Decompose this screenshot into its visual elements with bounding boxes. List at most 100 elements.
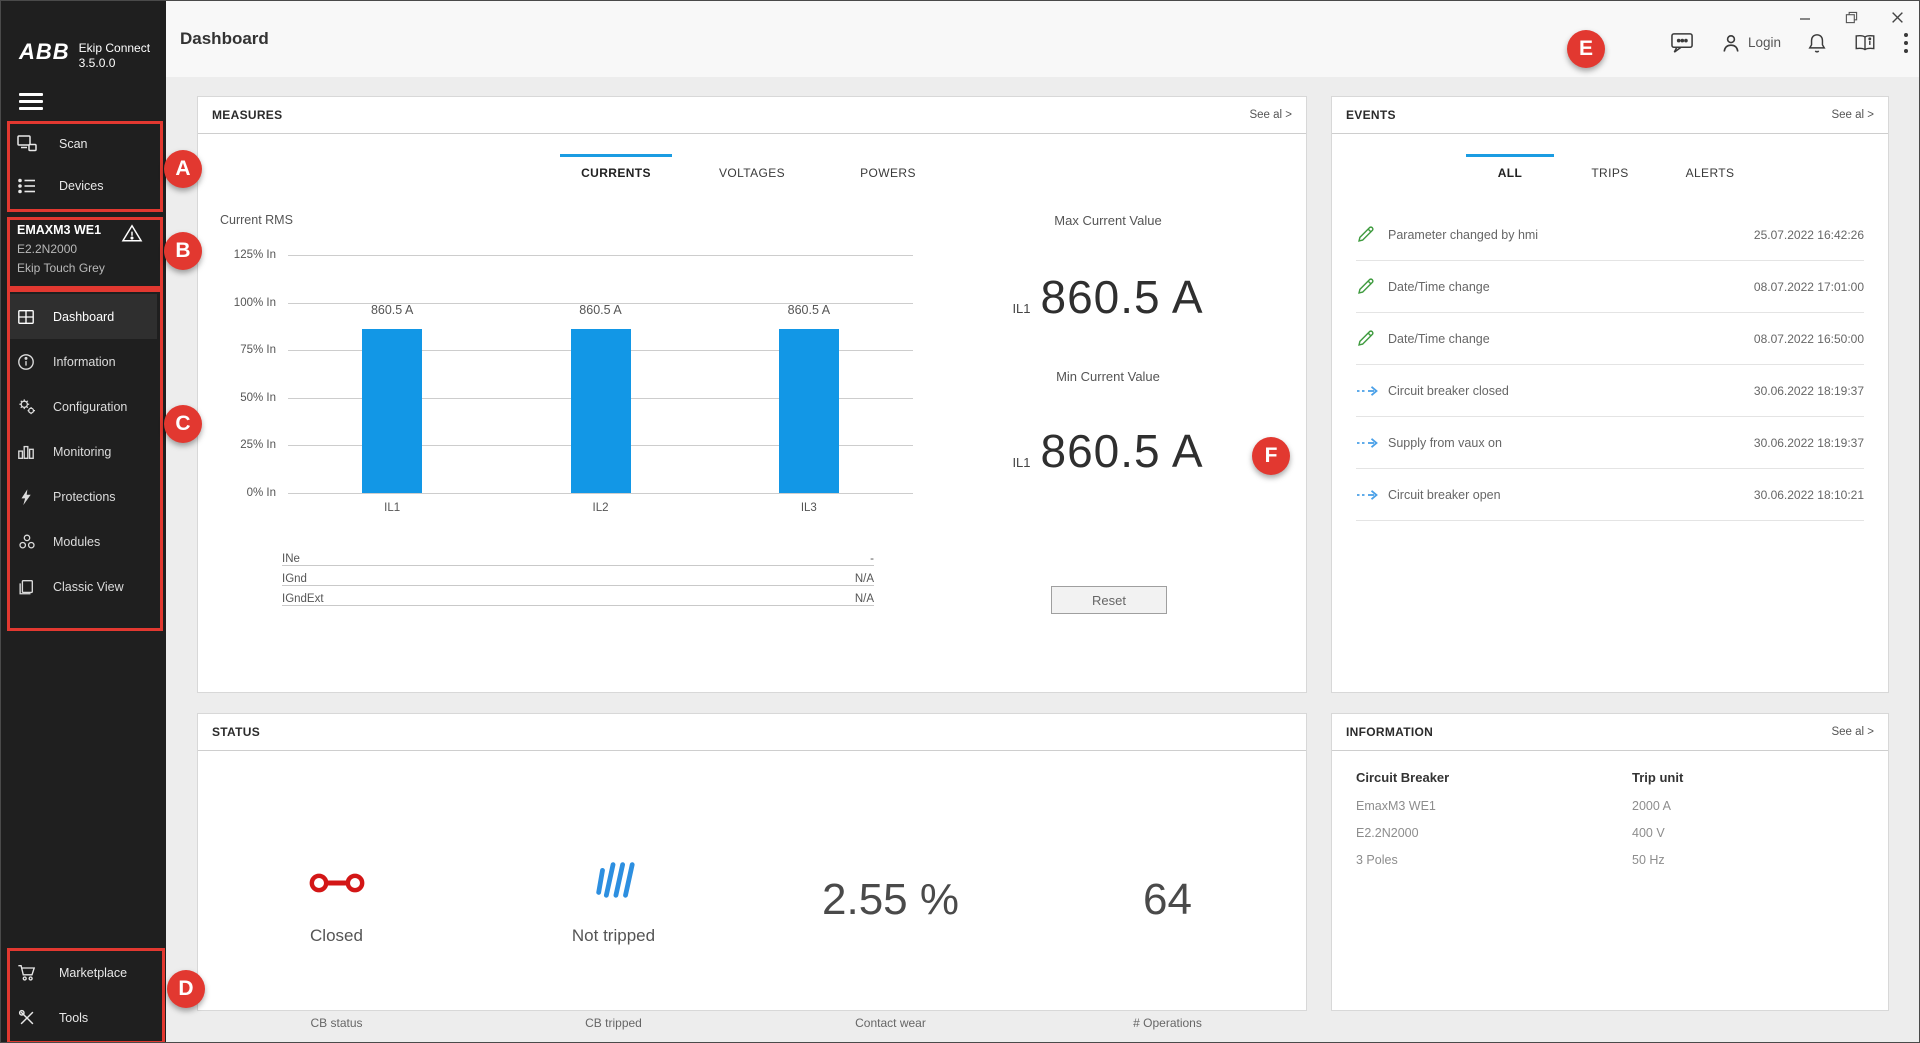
measures-see-all-link[interactable]: See al > <box>1249 109 1292 121</box>
event-row[interactable]: Date/Time change 08.07.2022 17:01:00 <box>1356 261 1864 313</box>
tab-all[interactable]: ALL <box>1466 154 1554 180</box>
arrow-right-icon <box>1356 385 1380 397</box>
abb-logo: ABB <box>19 41 70 63</box>
measure-label: IGndExt <box>282 593 324 605</box>
sidebar-item-label: Classic View <box>53 580 124 594</box>
x-axis-category: IL1 <box>384 502 400 514</box>
sidebar-item-scan[interactable]: Scan <box>9 123 157 165</box>
tab-voltages[interactable]: VOLTAGES <box>696 154 808 180</box>
gears-icon <box>17 397 37 417</box>
measure-value: - <box>870 553 874 565</box>
event-timestamp: 30.06.2022 18:19:37 <box>1754 384 1864 398</box>
sidebar-item-tools[interactable]: Tools <box>9 997 157 1039</box>
device-name: EMAXM3 WE1 <box>17 223 105 237</box>
x-axis-category: IL2 <box>593 502 609 514</box>
sidebar-item-configuration[interactable]: Configuration <box>9 384 157 429</box>
event-row[interactable]: Parameter changed by hmi 25.07.2022 16:4… <box>1356 209 1864 261</box>
close-icon[interactable] <box>1889 9 1905 25</box>
trip-unit-column: Trip unit 2000 A 400 V 50 Hz <box>1632 770 1683 880</box>
info-row: 2000 A <box>1632 799 1683 826</box>
chart-title: Current RMS <box>220 213 293 227</box>
hamburger-menu-icon[interactable] <box>19 93 43 112</box>
app-name: Ekip Connect 3.5.0.0 <box>79 41 150 71</box>
page-title: Dashboard <box>180 29 269 49</box>
bar-value-label: 860.5 A <box>371 303 413 317</box>
notifications-bell-icon[interactable] <box>1807 32 1827 54</box>
measure-label: IGnd <box>282 573 307 585</box>
info-row: 3 Poles <box>1356 853 1449 880</box>
device-trip-unit: Ekip Touch Grey <box>17 261 105 275</box>
arrow-right-icon <box>1356 489 1380 501</box>
feedback-chat-icon[interactable] <box>1670 31 1695 54</box>
pencil-edit-icon <box>1356 225 1380 244</box>
measures-tabs: CURRENTS VOLTAGES POWERS <box>198 154 1306 180</box>
sidebar-item-protections[interactable]: Protections <box>9 474 157 519</box>
panel-title: STATUS <box>212 725 260 739</box>
tab-alerts[interactable]: ALERTS <box>1666 154 1754 180</box>
tab-trips[interactable]: TRIPS <box>1566 154 1654 180</box>
sidebar-item-classic-view[interactable]: Classic View <box>9 564 157 609</box>
max-current-label: Max Current Value <box>903 213 1313 228</box>
max-current-value: 860.5 A <box>1041 270 1204 324</box>
classic-view-icon <box>17 578 37 596</box>
events-see-all-link[interactable]: See al > <box>1831 109 1874 121</box>
operations-value: 64 <box>1029 875 1306 925</box>
pencil-edit-icon <box>1356 329 1380 348</box>
tab-powers[interactable]: POWERS <box>832 154 944 180</box>
sidebar-item-label: Modules <box>53 535 100 549</box>
device-info[interactable]: EMAXM3 WE1 E2.2N2000 Ekip Touch Grey <box>17 223 105 275</box>
info-row: 400 V <box>1632 826 1683 853</box>
sidebar-item-label: Devices <box>59 179 103 193</box>
sidebar-item-label: Marketplace <box>59 966 127 980</box>
contact-wear-block: 2.55 % Contact wear <box>752 750 1029 1010</box>
event-row[interactable]: Circuit breaker open 30.06.2022 18:10:21 <box>1356 469 1864 521</box>
sidebar-item-monitoring[interactable]: Monitoring <box>9 429 157 474</box>
tools-icon <box>17 1008 39 1028</box>
info-row: 50 Hz <box>1632 853 1683 880</box>
cb-tripped-label: CB tripped <box>475 1016 752 1030</box>
login-button[interactable]: Login <box>1721 33 1781 53</box>
sidebar-item-modules[interactable]: Modules <box>9 519 157 564</box>
column-header: Circuit Breaker <box>1356 770 1449 785</box>
app-name-text: Ekip Connect <box>79 41 150 55</box>
pencil-edit-icon <box>1356 277 1380 296</box>
sidebar-item-information[interactable]: Information <box>9 339 157 384</box>
phase-label: IL1 <box>1012 301 1030 316</box>
measures-panel: MEASURES See al > CURRENTS VOLTAGES POWE… <box>197 96 1307 693</box>
sidebar-item-marketplace[interactable]: Marketplace <box>9 952 157 994</box>
sidebar-item-label: Configuration <box>53 400 127 414</box>
kebab-menu-icon[interactable] <box>1903 32 1909 54</box>
bar-IL3 <box>779 329 839 493</box>
tab-currents[interactable]: CURRENTS <box>560 154 672 180</box>
min-current-value: 860.5 A <box>1041 424 1204 478</box>
bar-chart-icon <box>17 443 37 461</box>
table-row: INe - <box>282 546 874 566</box>
information-see-all-link[interactable]: See al > <box>1831 726 1874 738</box>
manual-book-icon[interactable] <box>1853 33 1877 53</box>
devices-list-icon <box>17 176 39 196</box>
cb-closed-icon <box>308 868 366 898</box>
contact-wear-value: 2.55 % <box>752 875 1029 925</box>
minimize-icon[interactable] <box>1797 9 1813 25</box>
event-row[interactable]: Date/Time change 08.07.2022 16:50:00 <box>1356 313 1864 365</box>
reset-button[interactable]: Reset <box>1051 586 1167 614</box>
event-label: Date/Time change <box>1388 280 1754 294</box>
measure-value: N/A <box>855 573 874 585</box>
event-row[interactable]: Supply from vaux on 30.06.2022 18:19:37 <box>1356 417 1864 469</box>
gridline <box>288 255 913 256</box>
arrow-right-icon <box>1356 437 1380 449</box>
restore-icon[interactable] <box>1843 9 1859 25</box>
sidebar-item-devices[interactable]: Devices <box>9 165 157 207</box>
sidebar-item-dashboard[interactable]: Dashboard <box>9 294 157 339</box>
contact-wear-label: Contact wear <box>752 1016 1029 1030</box>
event-label: Supply from vaux on <box>1388 436 1754 450</box>
lightning-icon <box>17 488 37 506</box>
status-panel: STATUS Closed CB status Not tripped CB t <box>197 713 1307 1011</box>
measure-label: INe <box>282 553 300 565</box>
info-icon <box>17 353 37 371</box>
operations-label: # Operations <box>1029 1016 1306 1030</box>
y-axis-tick: 75% In <box>240 344 276 356</box>
sidebar: ABB Ekip Connect 3.5.0.0 Scan <box>1 1 166 1042</box>
bar-IL2 <box>571 329 631 493</box>
event-row[interactable]: Circuit breaker closed 30.06.2022 18:19:… <box>1356 365 1864 417</box>
